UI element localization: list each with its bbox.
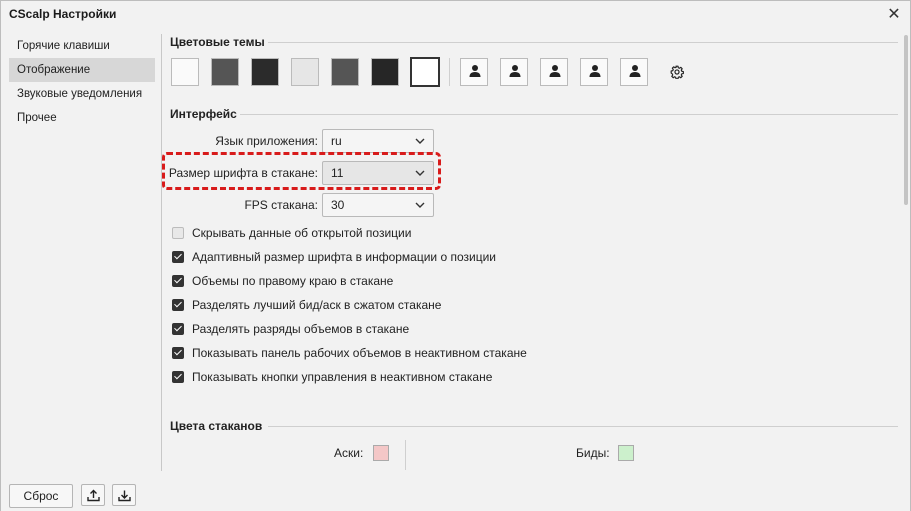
- checkbox-row-hide-position[interactable]: Скрывать данные об открытой позиции: [172, 224, 411, 242]
- theme-swatch-5[interactable]: [331, 58, 359, 86]
- checkbox[interactable]: [172, 371, 184, 383]
- theme-swatch-1[interactable]: [171, 58, 199, 86]
- sidebar-item-display[interactable]: Отображение: [9, 58, 155, 82]
- import-button[interactable]: [112, 484, 136, 506]
- bids-label: Биды:: [576, 446, 610, 460]
- font-size-select[interactable]: 11: [322, 161, 434, 185]
- checkbox-row-adaptive-font[interactable]: Адаптивный размер шрифта в информации о …: [172, 248, 496, 266]
- checkbox-label: Показывать кнопки управления в неактивно…: [192, 370, 493, 384]
- checkbox-row-split-best-bid-ask[interactable]: Разделять лучший бид/аск в сжатом стакан…: [172, 296, 441, 314]
- checkbox-label: Объемы по правому краю в стакане: [192, 274, 394, 288]
- checkbox[interactable]: [172, 251, 184, 263]
- theme-swatch-2[interactable]: [211, 58, 239, 86]
- sidebar-item-sound-notifications[interactable]: Звуковые уведомления: [9, 82, 155, 106]
- person-icon: [469, 65, 481, 77]
- gear-icon[interactable]: [670, 65, 684, 79]
- checkbox-label: Адаптивный размер шрифта в информации о …: [192, 250, 496, 264]
- theme-swatch-7[interactable]: [410, 57, 440, 87]
- font-size-select-value: 11: [331, 166, 344, 180]
- asks-label: Аски:: [334, 446, 364, 460]
- chevron-down-icon: [415, 170, 425, 176]
- interface-section-line: [240, 114, 898, 115]
- content-scrollbar[interactable]: [903, 31, 909, 471]
- checkbox-row-controls-inactive[interactable]: Показывать кнопки управления в неактивно…: [172, 368, 492, 386]
- title-bar: CScalp Настройки ✕: [1, 1, 910, 27]
- profile-theme-1[interactable]: [460, 58, 488, 86]
- checkbox-row-volumes-right[interactable]: Объемы по правому краю в стакане: [172, 272, 393, 290]
- bids-color-picker[interactable]: [618, 445, 634, 461]
- settings-content: Цветовые темы Интерфейс Язык приложения:…: [162, 28, 900, 471]
- theme-swatch-4[interactable]: [291, 58, 319, 86]
- font-size-label: Размер шрифта в стакане:: [168, 166, 318, 180]
- chevron-down-icon: [415, 202, 425, 208]
- checkbox[interactable]: [172, 227, 184, 239]
- sidebar-item-other[interactable]: Прочее: [9, 106, 155, 130]
- checkbox[interactable]: [172, 275, 184, 287]
- book-colors-separator: [405, 440, 406, 470]
- profile-theme-4[interactable]: [580, 58, 608, 86]
- themes-section-title: Цветовые темы: [170, 35, 265, 49]
- checkbox-row-volumes-panel-inactive[interactable]: Показывать панель рабочих объемов в неак…: [172, 344, 527, 362]
- footer-bar: Сброс: [1, 477, 910, 511]
- person-icon: [629, 65, 641, 77]
- download-icon: [118, 490, 131, 502]
- checkbox-label: Разделять лучший бид/аск в сжатом стакан…: [192, 298, 442, 312]
- book-colors-section-line: [268, 426, 898, 427]
- scrollbar-thumb[interactable]: [904, 35, 908, 205]
- asks-color-picker[interactable]: [373, 445, 389, 461]
- fps-select-value: 30: [331, 198, 345, 212]
- close-icon[interactable]: ✕: [884, 4, 904, 24]
- person-icon: [589, 65, 601, 77]
- profile-theme-5[interactable]: [620, 58, 648, 86]
- profile-theme-3[interactable]: [540, 58, 568, 86]
- checkbox[interactable]: [172, 323, 184, 335]
- checkbox[interactable]: [172, 299, 184, 311]
- chevron-down-icon: [415, 138, 425, 144]
- checkbox-row-digit-grouping[interactable]: Разделять разряды объемов в стакане: [172, 320, 409, 338]
- fps-label: FPS стакана:: [244, 198, 318, 212]
- theme-swatch-3[interactable]: [251, 58, 279, 86]
- themes-section-line: [268, 42, 898, 43]
- settings-window: CScalp Настройки ✕ Горячие клавиши Отобр…: [0, 0, 911, 511]
- fps-select[interactable]: 30: [322, 193, 434, 217]
- sidebar-item-hotkeys[interactable]: Горячие клавиши: [9, 34, 155, 58]
- book-colors-section-title: Цвета стаканов: [170, 419, 263, 433]
- checkbox-label: Показывать панель рабочих объемов в неак…: [192, 346, 527, 360]
- person-icon: [509, 65, 521, 77]
- interface-section-title: Интерфейс: [170, 107, 237, 121]
- reset-button[interactable]: Сброс: [9, 484, 73, 508]
- checkbox[interactable]: [172, 347, 184, 359]
- theme-swatch-6[interactable]: [371, 58, 399, 86]
- checkbox-label: Скрывать данные об открытой позиции: [192, 226, 412, 240]
- checkbox-label: Разделять разряды объемов в стакане: [192, 322, 410, 336]
- export-button[interactable]: [81, 484, 105, 506]
- profile-theme-2[interactable]: [500, 58, 528, 86]
- window-title: CScalp Настройки: [9, 7, 117, 21]
- language-select[interactable]: ru: [322, 129, 434, 153]
- language-select-value: ru: [331, 134, 342, 148]
- person-icon: [549, 65, 561, 77]
- themes-separator: [449, 58, 450, 86]
- upload-icon: [87, 489, 100, 502]
- sidebar: Горячие клавиши Отображение Звуковые уве…: [9, 34, 155, 474]
- language-label: Язык приложения:: [215, 134, 318, 148]
